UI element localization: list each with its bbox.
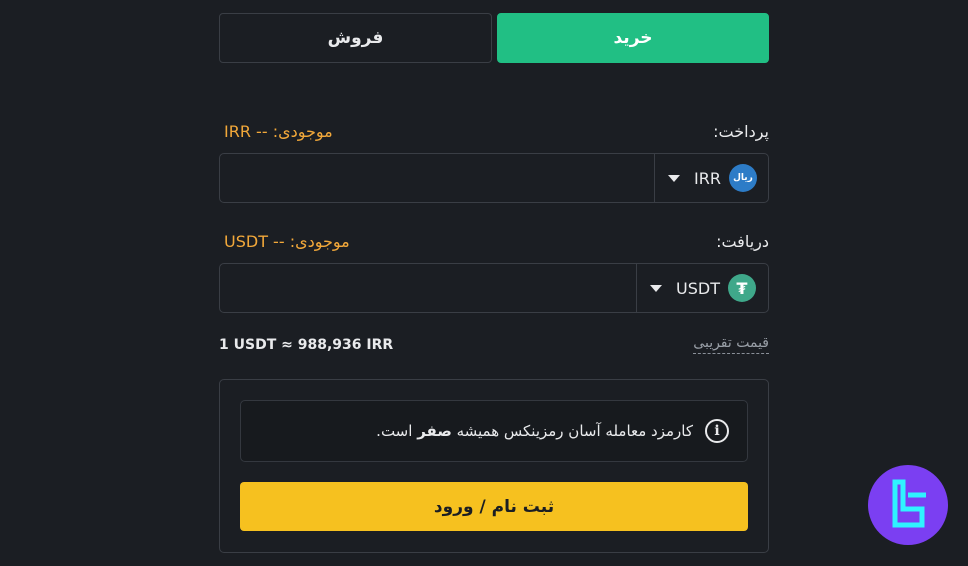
info-icon: i bbox=[705, 419, 729, 443]
pay-balance-label: موجودی: bbox=[272, 122, 333, 141]
fee-notice-text-bold: صفر bbox=[417, 422, 452, 440]
receive-balance-label: موجودی: bbox=[289, 232, 350, 251]
receive-label: دریافت: bbox=[716, 232, 769, 251]
brand-logo-icon bbox=[892, 479, 926, 528]
brand-logo bbox=[868, 465, 948, 545]
tab-buy[interactable]: خرید bbox=[497, 13, 769, 63]
signup-login-button[interactable]: ثبت نام / ورود bbox=[240, 482, 748, 531]
fee-notice-text: کارمزد معامله آسان رمزینکس همیشه صفر است… bbox=[376, 422, 693, 440]
pay-balance-value: IRR -- bbox=[224, 122, 268, 141]
receive-balance: موجودی: USDT -- bbox=[224, 232, 350, 251]
receive-field: USDT ₮ bbox=[219, 263, 769, 313]
tab-sell[interactable]: فروش bbox=[219, 13, 492, 63]
tether-coin-text: ₮ bbox=[736, 278, 748, 298]
rial-coin-icon: ریال bbox=[728, 164, 757, 192]
pay-field: IRR ریال bbox=[219, 153, 769, 203]
pay-amount-input[interactable] bbox=[220, 154, 654, 202]
tab-sell-label: فروش bbox=[327, 28, 384, 48]
tether-coin-icon: ₮ bbox=[727, 274, 756, 302]
chevron-down-icon bbox=[668, 174, 680, 182]
receive-balance-value: USDT -- bbox=[224, 232, 285, 251]
approx-price-label[interactable]: قیمت تقریبی bbox=[693, 335, 769, 354]
tab-buy-label: خرید bbox=[613, 28, 653, 48]
chevron-down-icon bbox=[650, 284, 662, 292]
signup-login-label: ثبت نام / ورود bbox=[433, 496, 555, 517]
pay-currency-code: IRR bbox=[694, 168, 721, 188]
receive-amount-input[interactable] bbox=[220, 264, 636, 312]
receive-currency-select[interactable]: USDT ₮ bbox=[636, 264, 768, 312]
exchange-rate: 1 USDT ≈ 988,936 IRR bbox=[219, 337, 394, 353]
receive-currency-code: USDT bbox=[676, 278, 720, 298]
fee-notice: کارمزد معامله آسان رمزینکس همیشه صفر است… bbox=[240, 400, 748, 462]
fee-notice-text-before: کارمزد معامله آسان رمزینکس همیشه bbox=[451, 422, 693, 440]
pay-label: پرداخت: bbox=[713, 122, 769, 141]
fee-notice-text-after: است. bbox=[376, 422, 418, 440]
rial-coin-text: ریال bbox=[733, 173, 753, 183]
pay-balance: موجودی: IRR -- bbox=[224, 122, 333, 141]
pay-currency-select[interactable]: IRR ریال bbox=[654, 154, 768, 202]
